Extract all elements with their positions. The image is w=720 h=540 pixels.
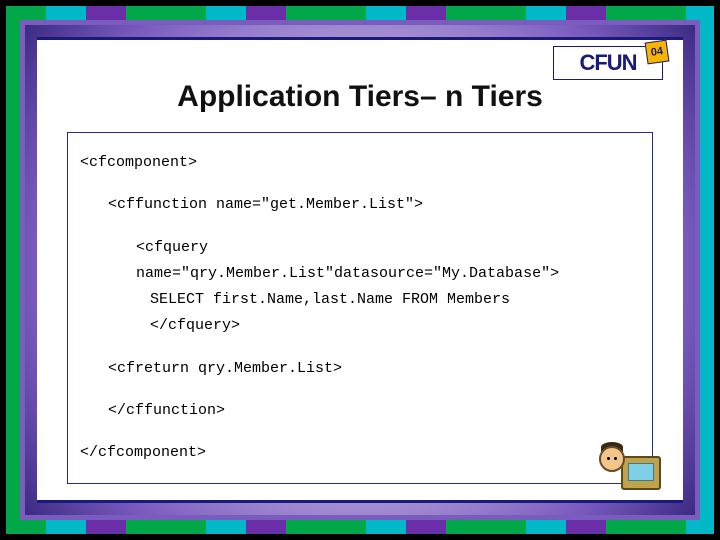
code-line: <cffunction name="get.Member.List">: [80, 195, 640, 215]
gradient-panel: CFUN 04 Application Tiers– n Tiers <cfco…: [20, 20, 700, 520]
code-line: </cfquery>: [80, 316, 640, 336]
cfun-logo: CFUN 04: [553, 46, 663, 80]
logo-badge: 04: [645, 40, 670, 65]
code-line: <cfquery: [80, 238, 640, 258]
code-line: SELECT first.Name,last.Name FROM Members: [80, 290, 640, 310]
logo-text: CFUN: [579, 50, 636, 76]
code-line: <cfreturn qry.Member.List>: [80, 359, 640, 379]
code-line: </cffunction>: [80, 401, 640, 421]
code-line: <cfcomponent>: [80, 153, 640, 173]
mascot-icon: [599, 432, 661, 490]
code-line: </cfcomponent>: [80, 443, 640, 463]
slide-title: Application Tiers– n Tiers: [67, 80, 653, 114]
decorative-border: CFUN 04 Application Tiers– n Tiers <cfco…: [6, 6, 714, 534]
code-line: name="qry.Member.List"datasource="My.Dat…: [80, 264, 640, 284]
code-box: <cfcomponent> <cffunction name="get.Memb…: [67, 132, 653, 484]
slide-body: CFUN 04 Application Tiers– n Tiers <cfco…: [37, 37, 683, 503]
outer-frame: CFUN 04 Application Tiers– n Tiers <cfco…: [0, 0, 720, 540]
